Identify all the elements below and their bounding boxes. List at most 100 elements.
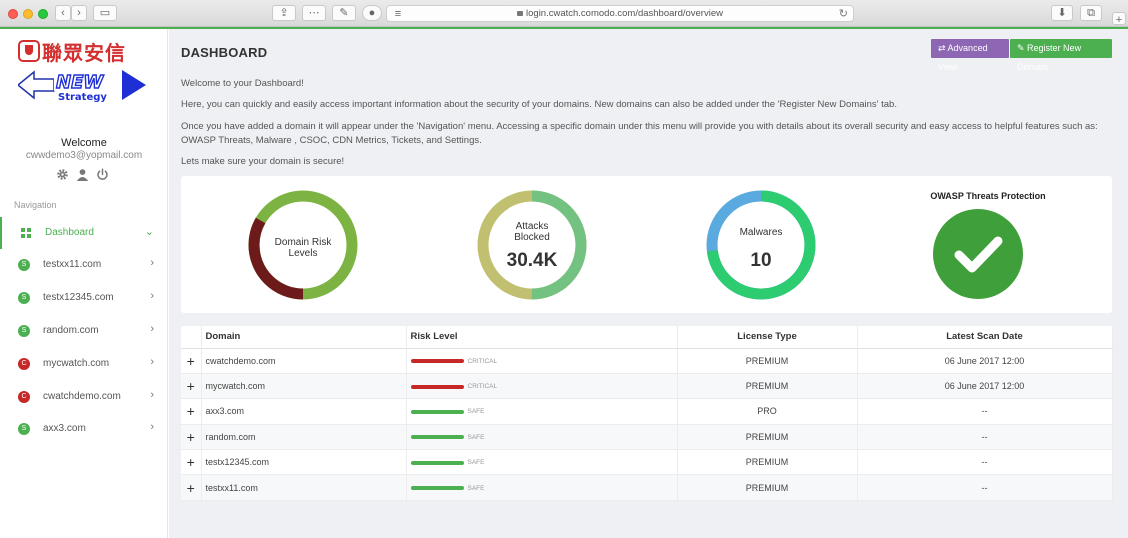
address-bar[interactable]: ≡ login.cwatch.comodo.com/dashboard/over… [386,5,854,22]
expand-icon[interactable]: + [181,348,202,374]
table-row[interactable]: + testxx11.com SAFE PREMIUM -- [181,474,1113,501]
chevron-right-icon: › [150,421,154,433]
sidebar-item-label: testx12345.com [43,292,114,303]
header-license[interactable]: License Type [677,326,858,349]
chevron-right-icon: › [150,323,154,335]
risk-bar [410,410,464,415]
sidebar-item-label: Dashboard [45,227,94,238]
note-icon[interactable]: ✎ [332,5,356,21]
sidebar-toggle-icon[interactable]: ▭ [93,5,117,21]
domain-cell: random.com [201,424,407,451]
logo-text: 聯眾安信 [42,40,126,65]
logo-strategy-text: Strategy [58,92,107,102]
status-badge: C [18,391,30,403]
reload-icon[interactable]: ↻ [839,7,848,20]
forward-icon[interactable]: › [71,5,87,21]
domain-cell: testxx11.com [201,474,407,501]
sidebar: 聯眾安信 NEW Strategy Welcome cwwdemo3@yopma… [0,29,168,538]
header-risk[interactable]: Risk Level [406,326,678,349]
url-text: login.cwatch.comodo.com/dashboard/overvi… [526,8,723,19]
nav-section-label: Navigation [14,200,57,210]
intro-paragraph-1: Here, you can quickly and easily access … [181,99,897,110]
date-cell: 06 June 2017 12:00 [857,373,1113,400]
date-cell: 06 June 2017 12:00 [857,348,1113,374]
gear-icon[interactable] [56,168,69,181]
user-icon[interactable] [76,168,89,181]
table-row[interactable]: + cwatchdemo.com CRITICAL PREMIUM 06 Jun… [181,348,1113,374]
date-cell: -- [857,449,1113,476]
download-icon[interactable]: ⬇ [1051,5,1073,21]
risk-gauge[interactable]: Domain Risk Levels [247,189,359,301]
sidebar-item-cwatchdemo[interactable]: C cwatchdemo.com › [0,381,168,413]
tabs-icon[interactable]: ⧉ [1080,5,1102,21]
header-domain[interactable]: Domain [201,326,407,349]
risk-text: SAFE [467,433,485,441]
sidebar-item-label: testxx11.com [43,259,102,270]
owasp-status[interactable] [932,208,1024,300]
sidebar-item-testx12345[interactable]: S testx12345.com › [0,282,168,314]
license-cell: PREMIUM [677,373,858,400]
expand-icon[interactable]: + [181,373,202,400]
expand-icon[interactable]: + [181,398,202,425]
page-title: DASHBOARD [181,45,268,60]
chevron-right-icon: › [150,290,154,302]
register-domain-button[interactable]: ✎ Register New Domain [1010,39,1112,72]
malwares-label: Malwares [739,227,783,238]
status-badge: S [18,325,30,337]
back-icon[interactable]: ‹ [55,5,71,21]
table-row[interactable]: + random.com SAFE PREMIUM -- [181,424,1113,451]
new-tab-icon[interactable]: + [1112,12,1126,26]
edit-icon: ✎ [1017,43,1028,53]
table-row[interactable]: + mycwatch.com CRITICAL PREMIUM 06 June … [181,373,1113,400]
sidebar-item-testxx11[interactable]: S testxx11.com › [0,249,168,281]
risk-bar [410,359,464,364]
license-cell: PREMIUM [677,348,858,374]
risk-text: CRITICAL [467,357,498,365]
lock-icon [517,11,524,16]
chevron-right-icon: › [150,257,154,269]
expand-icon[interactable]: + [181,424,202,451]
risk-bar [410,460,464,465]
chevron-down-icon: ⌄ [144,226,154,238]
main-content: DASHBOARD ⇄ Advanced View ✎ Register New… [169,29,1128,538]
risk-bar [410,435,464,440]
malwares-value: 10 [750,250,772,271]
swap-icon: ⇄ [938,43,948,53]
power-icon[interactable] [96,168,109,181]
header-date[interactable]: Latest Scan Date [857,326,1113,349]
table-row[interactable]: + testx12345.com SAFE PREMIUM -- [181,449,1113,476]
status-badge: C [18,358,30,370]
abp-icon[interactable]: ● [362,5,382,21]
chevron-right-icon: › [150,356,154,368]
dashboard-icon [21,228,31,238]
risk-text: CRITICAL [467,383,498,391]
sidebar-item-label: mycwatch.com [43,358,110,369]
expand-icon[interactable]: + [181,474,202,501]
intro-paragraph-3: Lets make sure your domain is secure! [181,156,345,167]
chevron-right-icon: › [150,389,154,401]
user-email: cwwdemo3@yopmail.com [25,150,143,161]
sidebar-item-mycwatch[interactable]: C mycwatch.com › [0,348,168,380]
minimize-window-button[interactable] [23,9,33,19]
date-cell: -- [857,474,1113,501]
sidebar-item-random[interactable]: S random.com › [0,315,168,347]
expand-icon[interactable]: + [181,449,202,476]
malwares-gauge[interactable]: Malwares 10 [705,189,817,301]
advanced-view-button[interactable]: ⇄ Advanced View [931,39,1009,72]
close-window-button[interactable] [8,9,18,19]
grid-icon[interactable]: ⋯ [302,5,326,21]
domain-cell: cwatchdemo.com [201,348,407,374]
attacks-gauge[interactable]: Attacks Blocked 30.4K [476,189,588,301]
share-icon[interactable]: ⇪ [272,5,296,21]
attacks-label-2: Blocked [514,232,550,243]
sidebar-item-axx3[interactable]: S axx3.com › [0,413,168,445]
license-cell: PRO [677,398,858,425]
date-cell: -- [857,424,1113,451]
risk-bar [410,384,464,389]
sidebar-item-dashboard[interactable]: Dashboard ⌄ [0,217,168,249]
table-row[interactable]: + axx3.com SAFE PRO -- [181,398,1113,425]
logo-new-text: NEW [56,72,104,93]
domain-cell: testx12345.com [201,449,407,476]
zoom-window-button[interactable] [38,9,48,19]
company-logo: 聯眾安信 [18,40,126,65]
